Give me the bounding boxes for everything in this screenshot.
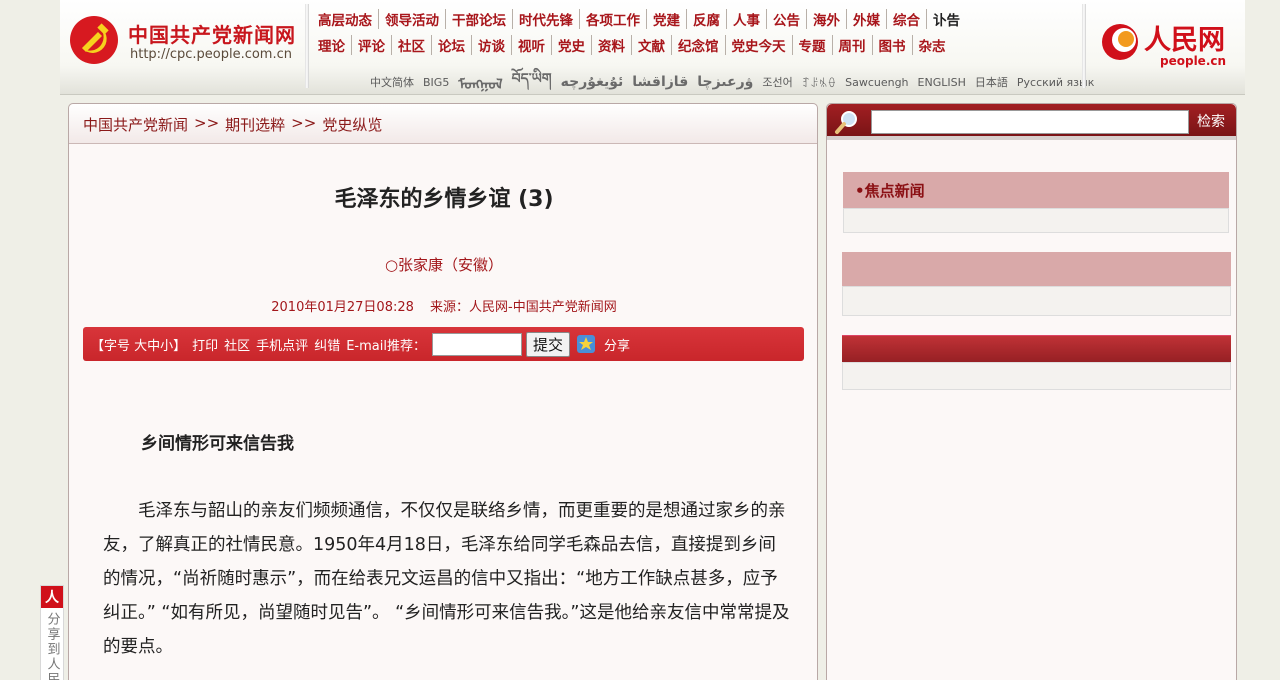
- nav-item[interactable]: 文献: [631, 35, 671, 55]
- nav-item[interactable]: 论坛: [431, 35, 471, 55]
- correction-link[interactable]: 纠错: [314, 335, 340, 354]
- nav-row-2: 理论 评论 社区 论坛 访谈 视听 党史 资料 文献 纪念馆 党史今天 专题 周…: [318, 32, 1008, 58]
- nav-item[interactable]: 社区: [391, 35, 431, 55]
- lang-link[interactable]: ۋرعىزچا: [697, 74, 753, 90]
- nav-item[interactable]: 党史今天: [724, 35, 792, 55]
- nav-item[interactable]: 反腐: [686, 9, 726, 29]
- people-emblem-icon: [1102, 24, 1138, 60]
- breadcrumb-separator: >>: [291, 114, 317, 132]
- email-label: E-mail推荐：: [346, 338, 426, 354]
- breadcrumb-link[interactable]: 期刊选粹: [225, 114, 285, 134]
- people-site-url: people.cn: [1160, 54, 1227, 68]
- nav-item[interactable]: 党史: [551, 35, 591, 55]
- lang-link[interactable]: ꆈꌠꁱꂷ: [802, 75, 836, 90]
- floating-share-label: 分享到人民: [44, 612, 60, 680]
- breadcrumb-link[interactable]: 党史纵览: [322, 114, 382, 134]
- lang-link[interactable]: ᠮᠣᠩᠭᠣᠯ: [458, 70, 502, 94]
- article-source: 来源：人民网-中国共产党新闻网: [430, 300, 617, 315]
- nav-item[interactable]: 海外: [806, 9, 846, 29]
- header-divider: [1082, 4, 1086, 88]
- cpc-site-title: 中国共产党新闻网: [128, 23, 296, 47]
- language-links: 中文简体 BIG5 ᠮᠣᠩᠭᠣᠯ བོད་ཡིག ئۇيغۇرچە قازاقش…: [370, 62, 1094, 102]
- lang-link[interactable]: 조선어: [762, 74, 792, 90]
- breadcrumb-link[interactable]: 中国共产党新闻: [83, 114, 188, 134]
- breadcrumb: 中国共产党新闻 >> 期刊选粹 >> 党史纵览: [69, 104, 817, 144]
- lang-link[interactable]: Sawcuengh: [845, 76, 908, 89]
- people-site-title: 人民网: [1144, 25, 1225, 56]
- lang-link[interactable]: བོད་ཡིག: [512, 62, 552, 102]
- focus-news-content: [843, 208, 1229, 233]
- sidebar: 检索 •焦点新闻: [826, 103, 1237, 680]
- nav-item[interactable]: 时代先锋: [512, 9, 579, 29]
- lang-link[interactable]: قازاقشا: [632, 74, 688, 90]
- party-emblem-icon: [70, 16, 118, 64]
- nav-item[interactable]: 党建: [646, 9, 686, 29]
- nav-row-1: 高层动态 领导活动 干部论坛 时代先锋 各项工作 党建 反腐 人事 公告 海外 …: [318, 6, 1008, 32]
- magnifier-icon: [835, 111, 857, 134]
- sidebar-box-header: [842, 335, 1231, 362]
- article-panel: 中国共产党新闻 >> 期刊选粹 >> 党史纵览 毛泽东的乡情乡谊 (3) ○张家…: [68, 103, 818, 680]
- lang-link[interactable]: ئۇيغۇرچە: [561, 74, 624, 90]
- people-logo[interactable]: 人民网 people.cn: [1090, 8, 1240, 76]
- nav-item[interactable]: 理论: [318, 35, 351, 55]
- article-paragraph: 毛泽东与韶山的亲友们频频通信，不仅仅是联络乡情，而更重要的是想通过家乡的亲友，了…: [103, 501, 790, 657]
- share-icon[interactable]: [576, 334, 596, 354]
- breadcrumb-separator: >>: [194, 114, 220, 132]
- article-date: 2010年01月27日08:28: [271, 300, 414, 315]
- lang-link[interactable]: 中文简体: [370, 74, 414, 90]
- sidebar-box-content: [842, 286, 1231, 316]
- sidebar-box-header: [842, 252, 1231, 286]
- community-link[interactable]: 社区: [224, 335, 250, 354]
- print-link[interactable]: 打印: [192, 335, 218, 354]
- nav-item[interactable]: 人事: [726, 9, 766, 29]
- nav-item[interactable]: 视听: [511, 35, 551, 55]
- article-title: 毛泽东的乡情乡谊 (3): [334, 187, 554, 212]
- main-nav: 高层动态 领导活动 干部论坛 时代先锋 各项工作 党建 反腐 人事 公告 海外 …: [318, 6, 1008, 58]
- article-toolbar: 【字号 大中小】 打印 社区 手机点评 纠错 E-mail推荐： 提交 分享: [83, 327, 804, 361]
- nav-item[interactable]: 访谈: [471, 35, 511, 55]
- people-share-icon: 人: [41, 586, 63, 608]
- font-size-control[interactable]: 【字号 大中小】: [91, 335, 186, 354]
- nav-item[interactable]: 公告: [766, 9, 806, 29]
- nav-item[interactable]: 综合: [886, 9, 926, 29]
- cpc-logo[interactable]: 中国共产党新闻网 http://cpc.people.com.cn: [68, 10, 308, 70]
- search-input[interactable]: [871, 110, 1189, 134]
- focus-news-title: •焦点新闻: [843, 172, 1229, 208]
- site-header: 中国共产党新闻网 http://cpc.people.com.cn 高层动态 领…: [60, 0, 1245, 95]
- lang-link[interactable]: BIG5: [423, 76, 449, 89]
- sidebar-box-content: [842, 362, 1231, 390]
- lang-link[interactable]: ENGLISH: [918, 76, 966, 89]
- nav-item[interactable]: 讣告: [926, 9, 966, 29]
- nav-item[interactable]: 评论: [351, 35, 391, 55]
- cpc-site-url: http://cpc.people.com.cn: [130, 47, 292, 62]
- header-divider: [305, 4, 309, 88]
- nav-item[interactable]: 专题: [791, 35, 832, 55]
- nav-item[interactable]: 资料: [591, 35, 631, 55]
- nav-item[interactable]: 各项工作: [579, 9, 646, 29]
- focus-news-box: •焦点新闻: [843, 172, 1229, 233]
- people-share-logo-text: 人: [45, 590, 59, 606]
- nav-item[interactable]: 高层动态: [318, 9, 378, 29]
- nav-item[interactable]: 领导活动: [378, 9, 445, 29]
- search-bar: 检索: [827, 104, 1236, 140]
- nav-item[interactable]: 周刊: [831, 35, 872, 55]
- article-author: ○张家康（安徽）: [384, 256, 504, 274]
- article-meta: 2010年01月27日08:28 来源：人民网-中国共产党新闻网: [69, 296, 819, 315]
- search-button[interactable]: 检索: [1197, 111, 1225, 131]
- nav-item[interactable]: 外媒: [846, 9, 886, 29]
- nav-item[interactable]: 杂志: [911, 35, 952, 55]
- floating-share-widget[interactable]: 人 分享到人民: [40, 585, 64, 680]
- sidebar-box: [842, 252, 1231, 316]
- email-recommend-input[interactable]: [431, 332, 522, 356]
- sidebar-box: [842, 335, 1231, 390]
- nav-item[interactable]: 干部论坛: [445, 9, 512, 29]
- section-heading: 乡间情形可来信告我: [141, 434, 294, 454]
- submit-button[interactable]: 提交: [525, 331, 570, 357]
- lang-link[interactable]: 日本語: [975, 74, 1008, 90]
- mobile-comment-link[interactable]: 手机点评: [256, 335, 308, 354]
- nav-item[interactable]: 图书: [871, 35, 912, 55]
- nav-item[interactable]: 纪念馆: [671, 35, 725, 55]
- share-link[interactable]: 分享: [604, 335, 630, 354]
